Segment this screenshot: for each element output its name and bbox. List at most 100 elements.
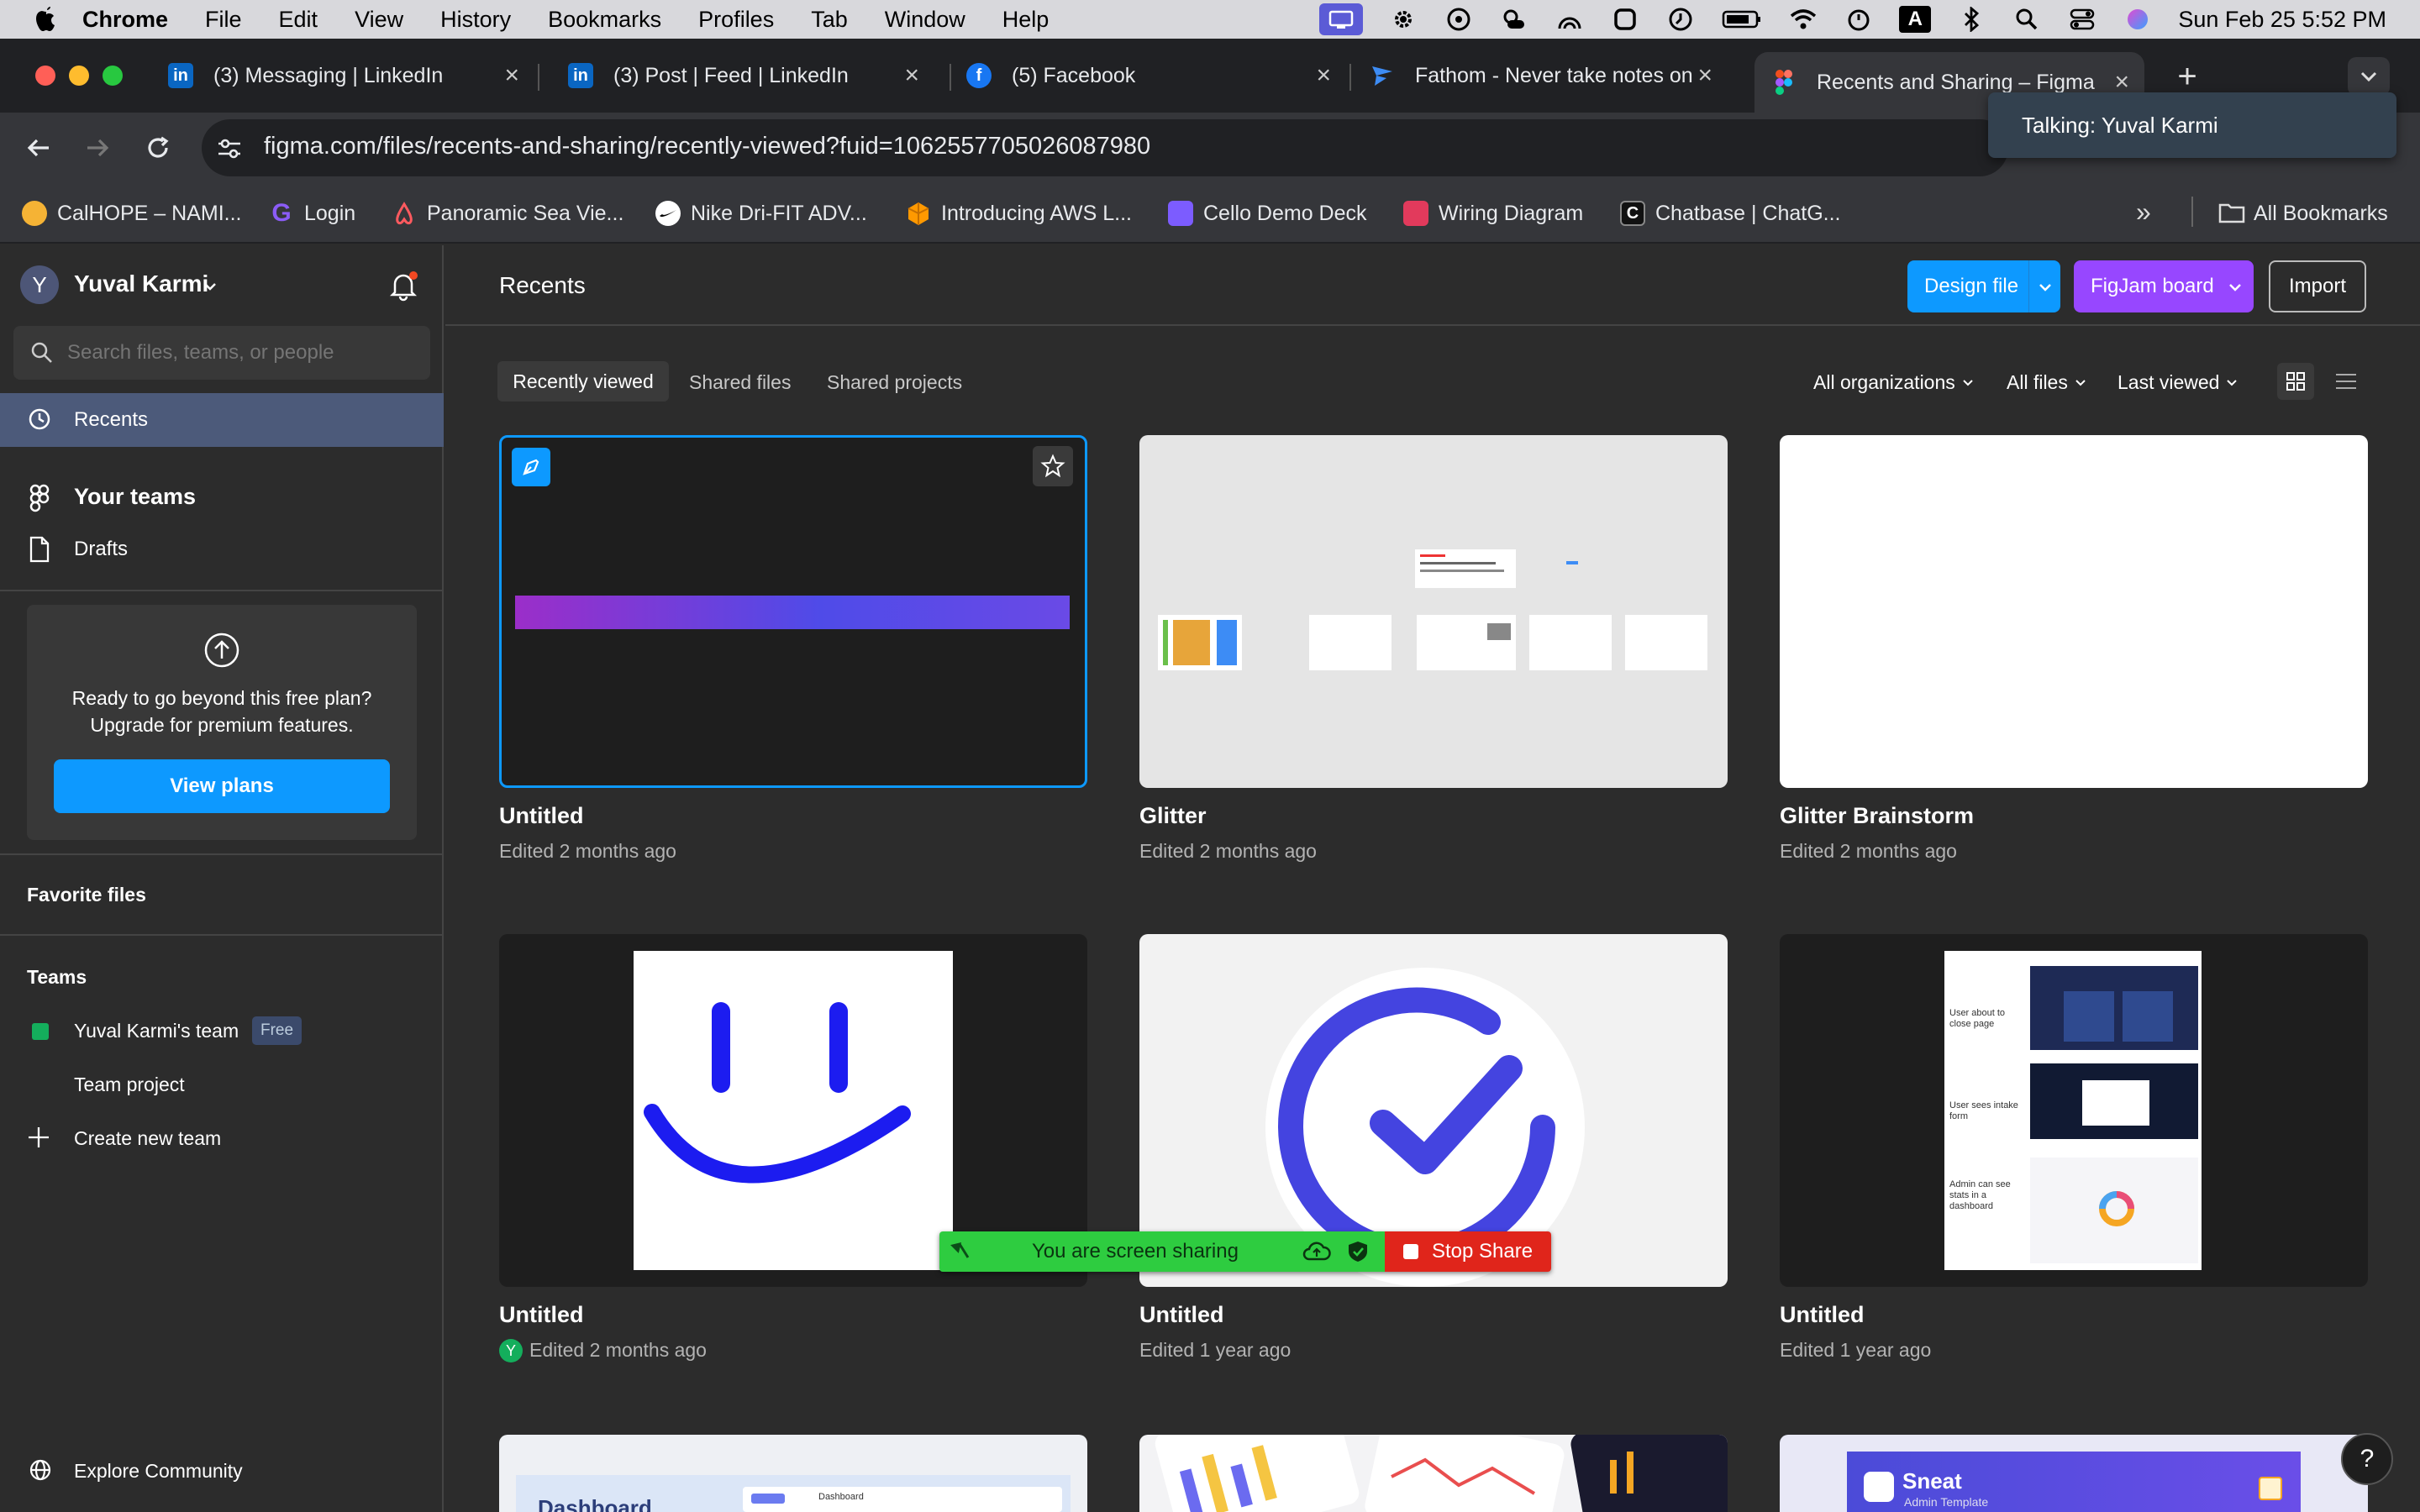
file-card-sneat[interactable]: Sneat Admin Template: [1780, 1435, 2368, 1512]
tab-search-chevron-icon[interactable]: [2348, 57, 2390, 96]
sort-last-viewed[interactable]: Last viewed: [2118, 371, 2238, 394]
import-button[interactable]: Import: [2269, 260, 2366, 312]
file-card-glitter-brainstorm[interactable]: [1780, 435, 2368, 788]
team-project[interactable]: Team project: [74, 1074, 185, 1096]
user-name[interactable]: Yuval Karmi: [74, 270, 208, 297]
tab-recently-viewed[interactable]: Recently viewed: [497, 361, 669, 402]
team-name[interactable]: Yuval Karmi's team: [74, 1020, 239, 1042]
menu-edit[interactable]: Edit: [279, 7, 318, 33]
spotlight-search-icon[interactable]: [2012, 6, 2042, 33]
tab-close-icon[interactable]: ×: [504, 61, 519, 90]
menu-tab[interactable]: Tab: [811, 7, 848, 33]
user-menu-chevron-icon[interactable]: [203, 281, 217, 296]
tab-shared-projects[interactable]: Shared projects: [827, 371, 962, 394]
list-view-icon[interactable]: [2329, 365, 2363, 398]
filter-organizations[interactable]: All organizations: [1813, 371, 1974, 394]
menu-chrome[interactable]: Chrome: [82, 7, 168, 33]
menu-view[interactable]: View: [355, 7, 403, 33]
menu-bookmarks[interactable]: Bookmarks: [548, 7, 661, 33]
menubar-clock[interactable]: Sun Feb 25 5:52 PM: [2178, 7, 2386, 33]
menu-profiles[interactable]: Profiles: [698, 7, 774, 33]
favorite-files-heading[interactable]: Favorite files: [27, 884, 146, 906]
file-card-untitled-1[interactable]: [499, 435, 1087, 788]
file-title[interactable]: Untitled: [1780, 1302, 1865, 1328]
design-file-label: Design file: [1924, 275, 2019, 297]
screen-share-status[interactable]: You are screen sharing: [939, 1231, 1385, 1272]
sidebar-item-drafts[interactable]: Drafts: [74, 538, 128, 561]
bookmark-login[interactable]: G Login: [269, 197, 355, 230]
vpn-status-icon[interactable]: [1444, 6, 1474, 33]
bookmark-cello[interactable]: Cello Demo Deck: [1168, 197, 1367, 230]
drag-handle-icon[interactable]: [948, 1239, 973, 1264]
weather-status-icon[interactable]: [1499, 6, 1529, 33]
bookmark-panoramic[interactable]: Panoramic Sea Vie...: [392, 197, 623, 230]
tab-close-icon[interactable]: ×: [1316, 61, 1331, 90]
square-status-icon[interactable]: [1610, 6, 1640, 33]
reload-icon[interactable]: [141, 131, 175, 165]
tab-close-icon[interactable]: ×: [904, 61, 919, 90]
site-settings-icon[interactable]: [215, 134, 244, 163]
search-input[interactable]: [66, 333, 418, 373]
grid-view-icon[interactable]: [2277, 363, 2314, 400]
tab-shared-files[interactable]: Shared files: [689, 371, 791, 394]
window-zoom-button[interactable]: [103, 66, 123, 86]
back-arrow-icon[interactable]: [22, 131, 55, 165]
star-favorite-icon[interactable]: [1033, 446, 1073, 486]
sidebar-item-your-teams[interactable]: Your teams: [74, 484, 196, 510]
filter-files[interactable]: All files: [2007, 371, 2086, 394]
bookmarks-overflow-icon[interactable]: »: [2136, 197, 2151, 228]
view-plans-button[interactable]: View plans: [54, 759, 390, 813]
menu-history[interactable]: History: [440, 7, 511, 33]
file-card-dashboard[interactable]: Dashboard Dashboard: [499, 1435, 1087, 1512]
address-url[interactable]: figma.com/files/recents-and-sharing/rece…: [264, 133, 1150, 160]
menu-file[interactable]: File: [205, 7, 242, 33]
battery-icon[interactable]: [1721, 6, 1763, 33]
clock-status-icon[interactable]: [1665, 6, 1696, 33]
stop-share-button[interactable]: Stop Share: [1385, 1231, 1551, 1272]
user-avatar[interactable]: Y: [20, 265, 59, 304]
create-new-team-button[interactable]: Create new team: [74, 1127, 221, 1150]
apple-icon[interactable]: [34, 5, 59, 34]
new-tab-plus-icon[interactable]: +: [2166, 55, 2208, 97]
all-bookmarks-folder[interactable]: All Bookmarks: [2218, 197, 2388, 230]
file-title[interactable]: Untitled: [1139, 1302, 1224, 1328]
bookmark-aws[interactable]: Introducing AWS L...: [906, 197, 1132, 230]
figjam-board-button[interactable]: FigJam board: [2074, 260, 2254, 312]
menu-window[interactable]: Window: [885, 7, 965, 33]
tab-close-icon[interactable]: ×: [1692, 61, 1712, 90]
bluetooth-icon[interactable]: [1956, 6, 1986, 33]
siri-icon[interactable]: [2123, 6, 2153, 33]
explore-community-link[interactable]: Explore Community: [74, 1460, 243, 1483]
file-title[interactable]: Untitled: [499, 1302, 584, 1328]
sidebar-item-recents[interactable]: [0, 393, 444, 447]
input-source-icon[interactable]: A: [1899, 6, 1932, 33]
window-minimize-button[interactable]: [69, 66, 89, 86]
gear-status-icon[interactable]: [1388, 6, 1418, 33]
window-close-button[interactable]: [35, 66, 55, 86]
bookmark-chatbase[interactable]: C Chatbase | ChatG...: [1620, 197, 1841, 230]
tab-facebook[interactable]: f (5) Facebook ×: [950, 52, 1346, 99]
wifi-icon[interactable]: [1788, 6, 1818, 33]
forward-arrow-icon[interactable]: [81, 131, 114, 165]
control-center-icon[interactable]: [2067, 6, 2097, 33]
notification-bell-icon[interactable]: [387, 269, 420, 302]
design-file-button[interactable]: Design file: [1907, 260, 2060, 312]
bookmark-nike[interactable]: Nike Dri-FIT ADV...: [655, 197, 867, 230]
timer-status-icon[interactable]: [1844, 6, 1874, 33]
tab-linkedin-feed[interactable]: in (3) Post | Feed | LinkedIn ×: [551, 52, 934, 99]
file-card-glitter[interactable]: [1139, 435, 1728, 788]
file-card-untitled-4[interactable]: User about to close page User sees intak…: [1780, 934, 2368, 1287]
screen-share-status-icon[interactable]: [1319, 3, 1364, 35]
file-title[interactable]: Glitter Brainstorm: [1780, 803, 1974, 829]
upgrade-text-2: Upgrade for premium features.: [90, 714, 354, 736]
file-card-charts[interactable]: [1139, 1435, 1728, 1512]
tab-fathom[interactable]: Fathom - Never take notes on ×: [1353, 52, 1728, 99]
arc-status-icon[interactable]: [1555, 6, 1585, 33]
file-title[interactable]: Glitter: [1139, 803, 1207, 829]
file-title[interactable]: Untitled: [499, 803, 584, 829]
bookmark-wiring[interactable]: Wiring Diagram: [1403, 197, 1583, 230]
tab-linkedin-messaging[interactable]: in (3) Messaging | LinkedIn ×: [151, 52, 534, 99]
menu-help[interactable]: Help: [1002, 7, 1050, 33]
help-button[interactable]: ?: [2341, 1433, 2393, 1485]
bookmark-calhope[interactable]: CalHOPE – NAMI...: [22, 197, 242, 230]
